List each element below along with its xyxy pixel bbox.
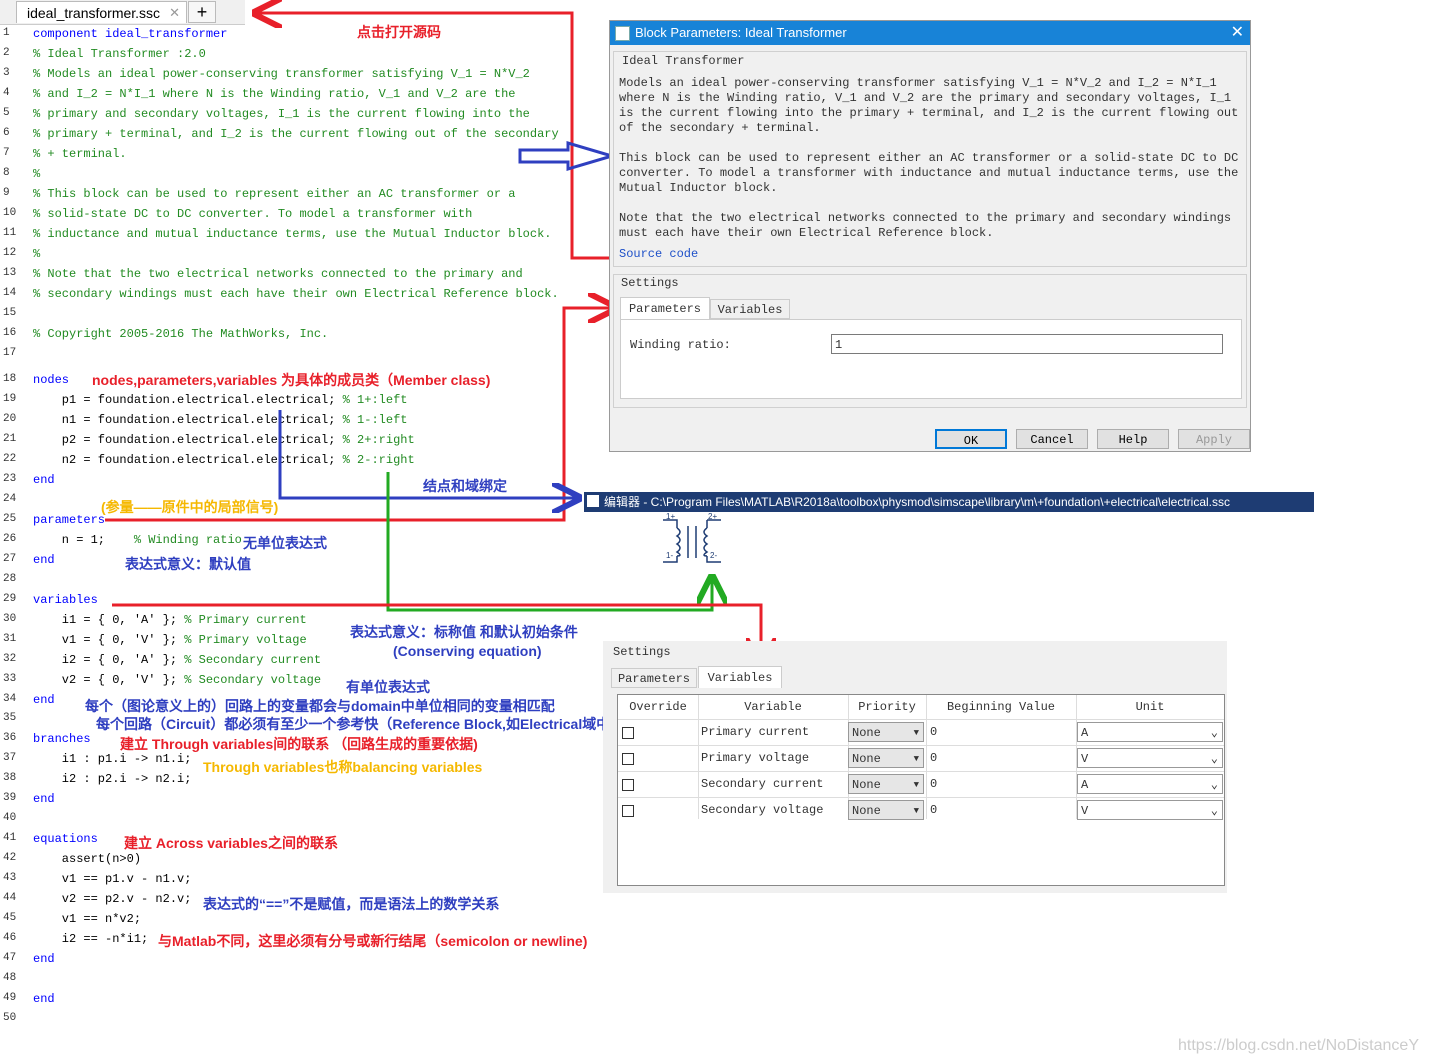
- annotation-through-2: Through variables也称balancing variables: [203, 759, 483, 775]
- annotation-across: 建立 Across variables之间的联系: [124, 835, 338, 851]
- override-checkbox[interactable]: [622, 805, 634, 817]
- watermark: https://blog.csdn.net/NoDistanceY: [1177, 1037, 1419, 1054]
- annotation-open-source: 点击打开源码: [357, 24, 441, 40]
- source-code-link[interactable]: Source code: [619, 247, 698, 261]
- settings-label: Settings: [621, 276, 679, 290]
- override-checkbox[interactable]: [622, 753, 634, 765]
- editor-icon: [587, 495, 599, 507]
- chevron-down-icon: ⌄: [1210, 752, 1218, 766]
- port-p1-label: 1+: [666, 512, 675, 521]
- table-row: Secondary voltage None ▼ 0 V ⌄: [618, 797, 1224, 824]
- annotation-param-local: (参量——原件中的局部信号): [101, 499, 279, 515]
- winding-ratio-input[interactable]: 1: [831, 334, 1223, 354]
- block-parameters-dialog: Block Parameters: Ideal Transformer ✕ Id…: [609, 20, 1251, 452]
- annotation-circuit-2: 每个回路（Circuit）都必须有至少一个参考快（Reference Block…: [96, 716, 681, 732]
- description-group: Ideal Transformer Models an ideal power-…: [613, 51, 1247, 267]
- priority-select[interactable]: None ▼: [848, 800, 924, 820]
- beginning-value[interactable]: 0: [930, 777, 937, 791]
- parameters-pane: Winding ratio: 1: [620, 319, 1242, 399]
- table-row: Primary current None ▼ 0 A ⌄: [618, 719, 1224, 746]
- dialog-title: Block Parameters: Ideal Transformer: [635, 25, 847, 40]
- beginning-value[interactable]: 0: [930, 803, 937, 817]
- settings-group: Settings Parameters Variables Winding ra…: [613, 274, 1247, 408]
- port-n1-label: 1-: [666, 551, 673, 560]
- variable-name: Primary current: [701, 725, 810, 739]
- unit-select[interactable]: V ⌄: [1077, 800, 1223, 820]
- variable-name: Primary voltage: [701, 751, 810, 765]
- column-header: Unit: [1135, 700, 1165, 714]
- table-row: Secondary current None ▼ 0 A ⌄: [618, 771, 1224, 798]
- winding-ratio-label: Winding ratio:: [630, 338, 731, 352]
- table-row: Primary voltage None ▼ 0 V ⌄: [618, 745, 1224, 772]
- close-icon[interactable]: ✕: [1231, 21, 1244, 45]
- tab-variables[interactable]: Variables: [710, 299, 790, 319]
- priority-value: None: [852, 752, 881, 766]
- priority-value: None: [852, 726, 881, 740]
- unit-value: V: [1081, 752, 1089, 766]
- tab-parameters[interactable]: Parameters: [611, 668, 697, 688]
- priority-select[interactable]: None ▼: [848, 774, 924, 794]
- tab-variables[interactable]: Variables: [698, 666, 782, 688]
- unit-select[interactable]: V ⌄: [1077, 748, 1223, 768]
- chevron-down-icon: ⌄: [1210, 778, 1218, 792]
- beginning-value[interactable]: 0: [930, 751, 937, 765]
- chevron-down-icon: ⌄: [1210, 804, 1218, 818]
- override-checkbox[interactable]: [622, 779, 634, 791]
- description-paragraph-3: Note that the two electrical networks co…: [619, 211, 1232, 240]
- column-header: Variable: [744, 700, 802, 714]
- priority-select[interactable]: None ▼: [848, 722, 924, 742]
- annotation-with-unit: 有单位表达式: [346, 679, 430, 695]
- priority-value: None: [852, 804, 881, 818]
- annotation-unitless: 无单位表达式: [243, 535, 327, 551]
- port-p2-label: 2+: [708, 512, 717, 521]
- arrow-source-code: [258, 13, 612, 260]
- annotation-node-domain: 结点和域绑定: [423, 478, 507, 494]
- chevron-down-icon: ▼: [913, 780, 919, 790]
- cancel-button[interactable]: Cancel: [1016, 429, 1088, 449]
- unit-value: A: [1081, 726, 1089, 740]
- transformer-symbol-icon: 1+ 2+ 1- 2-: [663, 512, 721, 563]
- tab-parameters[interactable]: Parameters: [620, 297, 710, 319]
- unit-value: V: [1081, 804, 1089, 818]
- unit-select[interactable]: A ⌄: [1077, 774, 1223, 794]
- ok-button[interactable]: OK: [935, 429, 1007, 449]
- annotation-member-class: nodes,parameters,variables 为具体的成员类（Membe…: [92, 372, 491, 388]
- annotation-circuit-1: 每个（图论意义上的）回路上的变量都会与domain中单位相同的变量相匹配: [85, 698, 555, 714]
- dialog-title-bar: Block Parameters: Ideal Transformer ✕: [610, 21, 1250, 45]
- annotation-default-val: 表达式意义：默认值: [125, 556, 251, 572]
- matlab-editor-title-bar: 编辑器 - C:\Program Files\MATLAB\R2018a\too…: [584, 492, 1314, 512]
- variables-table: Override Variable Priority Beginning Value U…: [617, 694, 1225, 886]
- annotation-semicolon: 与Matlab不同，这里必须有分号或新行结尾（semicolon or newl…: [158, 933, 588, 949]
- beginning-value[interactable]: 0: [930, 725, 937, 739]
- description-paragraph-2: This block can be used to represent eith…: [619, 151, 1239, 195]
- chevron-down-icon: ▼: [913, 754, 919, 764]
- matlab-editor-path: 编辑器 - C:\Program Files\MATLAB\R2018a\too…: [604, 495, 1231, 509]
- description-paragraph-1: Models an ideal power-conserving transfo…: [619, 76, 1239, 135]
- column-header: Beginning Value: [946, 700, 1056, 714]
- annotation-through-1: 建立 Through variables间的联系 （回路生成的重要依据): [120, 736, 478, 752]
- variable-name: Secondary voltage: [701, 803, 824, 817]
- variable-name: Secondary current: [701, 777, 824, 791]
- arrow-parameters: [105, 308, 612, 522]
- column-header: Override: [629, 700, 687, 714]
- unit-select[interactable]: A ⌄: [1077, 722, 1223, 742]
- annotation-conserving: (Conserving equation): [393, 643, 542, 659]
- port-n2-label: 2-: [710, 551, 717, 560]
- variables-settings-label: Settings: [613, 645, 671, 659]
- annotation-nominal: 表达式意义：标称值 和默认初始条件: [350, 624, 578, 640]
- annotation-eqeq: 表达式的“==”不是赋值，而是语法上的数学关系: [203, 896, 500, 912]
- chevron-down-icon: ⌄: [1210, 726, 1218, 740]
- help-button[interactable]: Help: [1097, 429, 1169, 449]
- block-name: Ideal Transformer: [622, 54, 745, 68]
- simulink-block-icon: [615, 26, 630, 41]
- arrow-description: [518, 140, 618, 172]
- priority-select[interactable]: None ▼: [848, 748, 924, 768]
- priority-value: None: [852, 778, 881, 792]
- chevron-down-icon: ▼: [913, 806, 919, 816]
- unit-value: A: [1081, 778, 1089, 792]
- chevron-down-icon: ▼: [913, 728, 919, 738]
- column-header: Priority: [858, 700, 916, 714]
- apply-button[interactable]: Apply: [1178, 429, 1250, 449]
- override-checkbox[interactable]: [622, 727, 634, 739]
